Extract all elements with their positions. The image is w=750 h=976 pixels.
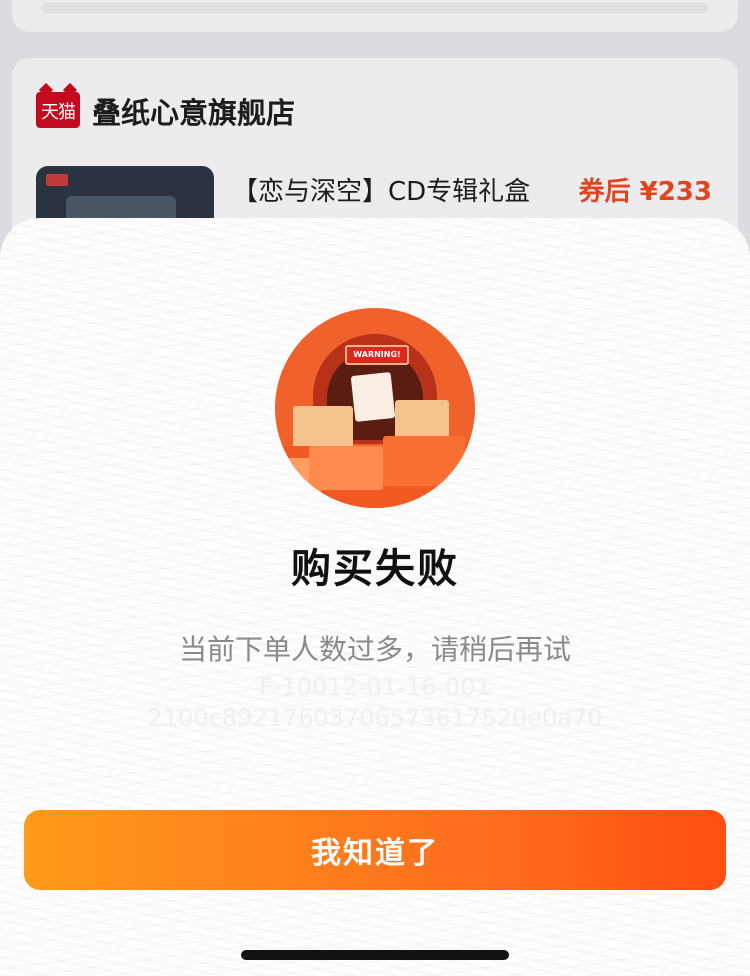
confirm-button[interactable]: 我知道了 bbox=[24, 810, 726, 890]
purchase-failed-sheet: WARNING! 购买失败 当前下单人数过多，请稍后再试 F-10012-01-… bbox=[0, 218, 750, 976]
illustration-paper bbox=[350, 372, 396, 422]
dialog-title: 购买失败 bbox=[291, 546, 459, 592]
warning-sign: WARNING! bbox=[345, 345, 409, 365]
trace-id: 2100c89217603706573617520e0a70 bbox=[147, 704, 603, 732]
previous-card bbox=[12, 0, 738, 32]
tmall-ear-right bbox=[62, 82, 78, 98]
store-name: 叠纸心意旗舰店 bbox=[92, 96, 296, 130]
error-code: F-10012-01-16-001 bbox=[259, 673, 491, 701]
dialog-message: 当前下单人数过多，请稍后再试 bbox=[178, 633, 571, 666]
illustration-box bbox=[309, 446, 383, 490]
product-title: 【恋与深空】CD专辑礼盒 bbox=[232, 177, 531, 207]
product-price: 券后 ¥233 bbox=[578, 177, 712, 207]
warning-boxes-illustration: WARNING! bbox=[275, 308, 475, 508]
home-indicator[interactable] bbox=[241, 950, 509, 960]
product-thumb-badge bbox=[46, 174, 68, 186]
tmall-icon: 天猫 bbox=[36, 82, 80, 128]
tmall-logo-text: 天猫 bbox=[41, 102, 76, 123]
previous-card-strip bbox=[42, 2, 708, 14]
tmall-ear-left bbox=[38, 82, 54, 98]
illustration-box bbox=[383, 436, 465, 486]
